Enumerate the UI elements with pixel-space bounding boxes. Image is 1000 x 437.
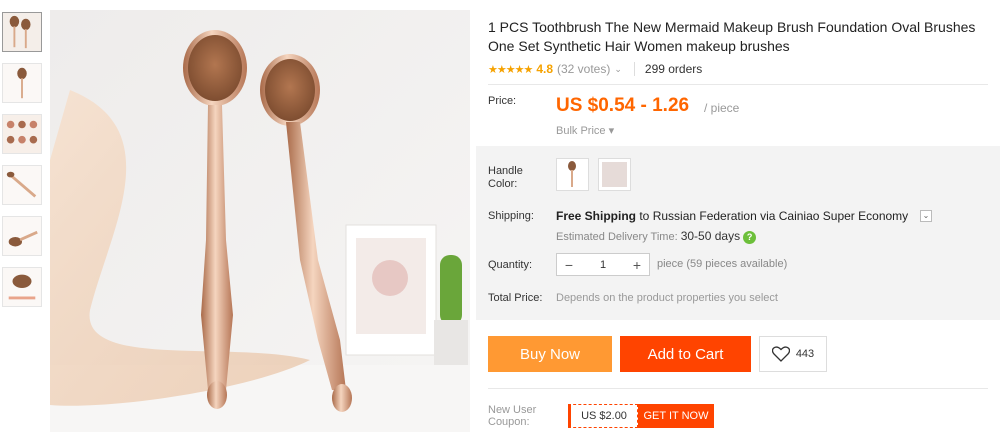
- divider: [488, 388, 988, 389]
- quantity-label: Quantity:: [488, 259, 533, 271]
- add-to-cart-button[interactable]: Add to Cart: [620, 336, 751, 372]
- main-product-image[interactable]: [50, 10, 470, 432]
- color-swatch: [602, 162, 627, 187]
- orders-count: 299 orders: [644, 62, 703, 76]
- total-price-label: Total Price:: [488, 292, 543, 304]
- heart-icon: [771, 346, 790, 362]
- wishlist-count: 443: [795, 348, 815, 360]
- thumbnail-4[interactable]: [2, 165, 42, 205]
- thumbnail-1[interactable]: [2, 12, 42, 52]
- color-option-brush[interactable]: [556, 158, 589, 191]
- thumbnail-list: [0, 12, 44, 318]
- bulk-price-dropdown[interactable]: Bulk Price ▾: [556, 124, 614, 137]
- total-price-value: Depends on the product properties you se…: [556, 292, 778, 304]
- divider: [633, 62, 635, 76]
- thumbnail-6[interactable]: [2, 267, 42, 307]
- votes-link[interactable]: (32 votes): [557, 62, 610, 76]
- price-label: Price:: [488, 95, 517, 107]
- rating-row: ★★★★★ 4.8 (32 votes) ⌄ 299 orders: [488, 61, 702, 77]
- coupon-amount: US $2.00: [568, 404, 638, 428]
- delivery-label: Estimated Delivery Time:: [556, 231, 681, 243]
- chevron-down-icon[interactable]: ⌄: [614, 64, 622, 75]
- price-value: US $0.54 - 1.26: [556, 95, 690, 116]
- coupon-badge[interactable]: US $2.00 GET IT NOW: [568, 404, 714, 428]
- quantity-stepper: − +: [556, 253, 650, 276]
- star-rating-icon: ★★★★★: [488, 63, 533, 76]
- coupon-label: New User Coupon:: [488, 404, 537, 428]
- product-title: 1 PCS Toothbrush The New Mermaid Makeup …: [488, 19, 976, 54]
- divider: [488, 84, 988, 85]
- chevron-down-icon[interactable]: ⌄: [920, 210, 932, 222]
- available-pieces: piece (59 pieces available): [657, 258, 788, 270]
- thumbnail-5[interactable]: [2, 216, 42, 256]
- handle-color-label: Handle Color:: [488, 165, 523, 190]
- free-shipping-text: Free Shipping: [556, 209, 637, 223]
- buy-now-button[interactable]: Buy Now: [488, 336, 612, 372]
- color-option-pink[interactable]: [598, 158, 631, 191]
- thumbnail-2[interactable]: [2, 63, 42, 103]
- get-it-now-button[interactable]: GET IT NOW: [638, 404, 714, 428]
- thumbnail-3[interactable]: [2, 114, 42, 154]
- wishlist-button[interactable]: 443: [759, 336, 827, 372]
- shipping-destination: to Russian Federation via Cainiao Super …: [636, 209, 909, 223]
- rating-value: 4.8: [536, 62, 553, 76]
- increase-button[interactable]: +: [625, 257, 649, 273]
- product-info-panel: 1 PCS Toothbrush The New Mermaid Makeup …: [476, 0, 1000, 437]
- delivery-days: 30-50 days: [680, 229, 741, 243]
- shipping-label: Shipping:: [488, 210, 534, 222]
- shipping-method[interactable]: Free Shipping to Russian Federation via …: [556, 209, 908, 223]
- help-icon[interactable]: ?: [743, 230, 757, 244]
- delivery-time: Estimated Delivery Time: 30-50 days?: [556, 229, 757, 244]
- quantity-input[interactable]: [581, 258, 625, 271]
- price-unit: / piece: [704, 101, 740, 115]
- decrease-button[interactable]: −: [557, 257, 581, 273]
